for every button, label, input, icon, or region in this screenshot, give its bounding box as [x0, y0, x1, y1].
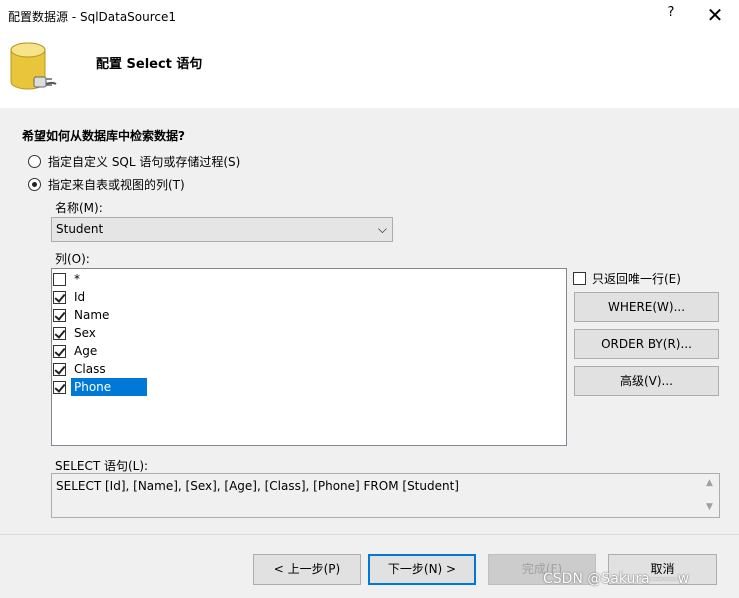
name-dropdown[interactable]: Student ⌵ [51, 217, 393, 242]
column-label-selected: Phone [71, 378, 147, 396]
radio-custom-sql-indicator[interactable] [28, 155, 41, 168]
column-checkbox[interactable] [53, 272, 66, 286]
column-label: Age [74, 344, 98, 358]
columns-list[interactable]: * Id Name Sex Age Class Phone [51, 268, 567, 446]
column-item-star[interactable]: * [53, 270, 83, 288]
radio-custom-sql[interactable]: 指定自定义 SQL 语句或存储过程(S) [28, 153, 240, 170]
column-checkbox[interactable] [53, 380, 66, 394]
database-icon [10, 42, 57, 90]
column-item-phone[interactable]: Phone [53, 378, 147, 396]
column-label: Class [74, 362, 106, 376]
page-heading: 配置 Select 语句 [96, 57, 203, 72]
column-checkbox[interactable] [53, 326, 66, 340]
column-checkbox[interactable] [53, 344, 66, 358]
radio-table-columns-label: 指定来自表或视图的列(T) [48, 178, 185, 192]
scroll-up-icon[interactable]: ▲ [706, 478, 713, 488]
where-button[interactable]: WHERE(W)... [574, 292, 719, 322]
column-label: Name [74, 308, 110, 322]
column-item-class[interactable]: Class [53, 360, 109, 378]
column-checkbox[interactable] [53, 308, 66, 322]
unique-rows-checkbox[interactable] [573, 272, 586, 285]
watermark: CSDN @Sakura——w [543, 571, 690, 587]
column-item-age[interactable]: Age [53, 342, 100, 360]
column-label: Id [74, 290, 86, 304]
chevron-down-icon: ⌵ [377, 222, 387, 236]
column-label: * [74, 272, 80, 286]
name-label: 名称(M): [55, 201, 103, 215]
retrieval-question: 希望如何从数据库中检索数据? [22, 129, 185, 143]
column-item-name[interactable]: Name [53, 306, 112, 324]
wizard-header: 配置 Select 语句 [0, 32, 739, 108]
sql-label: SELECT 语句(L): [55, 459, 149, 473]
column-checkbox[interactable] [53, 290, 66, 304]
column-item-id[interactable]: Id [53, 288, 88, 306]
radio-custom-sql-label: 指定自定义 SQL 语句或存储过程(S) [48, 155, 241, 169]
title-bar: 配置数据源 - SqlDataSource1 ? ✕ [0, 0, 739, 32]
scroll-down-icon[interactable]: ▼ [706, 502, 713, 512]
help-button[interactable]: ? [662, 5, 680, 25]
unique-rows-option[interactable]: 只返回唯一行(E) [573, 270, 681, 287]
sql-scrollbar[interactable]: ▲ ▼ [702, 474, 719, 517]
close-button[interactable]: ✕ [700, 2, 730, 28]
unique-rows-label: 只返回唯一行(E) [592, 272, 681, 286]
name-dropdown-value: Student [56, 222, 104, 236]
column-label: Sex [74, 326, 96, 340]
orderby-button[interactable]: ORDER BY(R)... [574, 329, 719, 359]
radio-table-columns-indicator[interactable] [28, 178, 41, 191]
window-title: 配置数据源 - SqlDataSource1 [8, 10, 177, 24]
advanced-button[interactable]: 高级(V)... [574, 366, 719, 396]
next-button[interactable]: 下一步(N) > [368, 554, 476, 585]
column-checkbox[interactable] [53, 362, 66, 376]
columns-label: 列(O): [55, 252, 90, 266]
radio-table-columns[interactable]: 指定来自表或视图的列(T) [28, 176, 185, 193]
column-item-sex[interactable]: Sex [53, 324, 99, 342]
sql-statement-box[interactable]: SELECT [Id], [Name], [Sex], [Age], [Clas… [51, 473, 720, 518]
back-button[interactable]: < 上一步(P) [253, 554, 361, 585]
sql-statement-text: SELECT [Id], [Name], [Sex], [Age], [Clas… [56, 479, 459, 493]
